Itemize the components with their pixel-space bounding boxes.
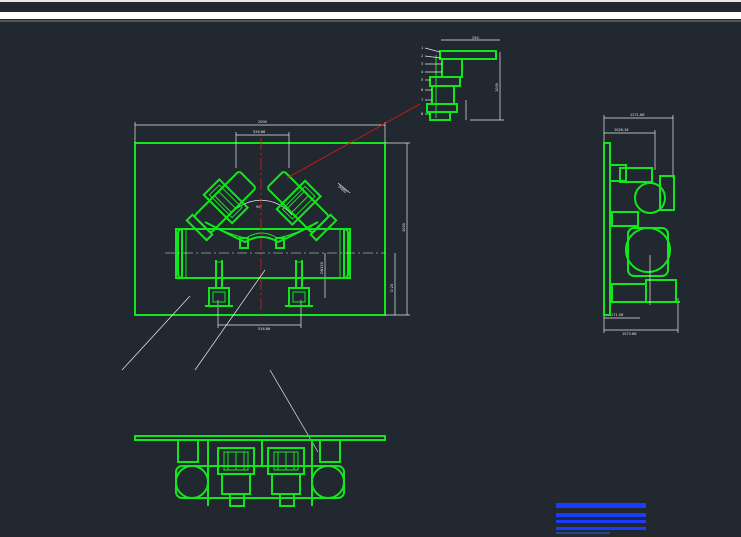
plan-header-pipe [175,465,345,499]
dim-text: DN80 [337,185,347,194]
dim-text: 90° [256,205,262,209]
toolbar-strip-top [0,0,741,2]
side-dim-bottom: 1073.66 [603,298,679,336]
dim-pipe-height: DN150 [320,253,326,298]
side-main-pipe [625,227,671,273]
side-dim-upper: 1026.16 [604,128,656,170]
side-main-housing [627,227,669,277]
title-block[interactable] [556,503,646,534]
detail-dim-top: 250 [441,36,500,41]
dim-text: DN150 [320,262,324,274]
callout-number: 4 [421,70,424,74]
callout-number: 7 [421,98,423,102]
cad-drawing-canvas[interactable]: 2000 526.86 526.86 1000 D 20 DN150 90° D… [0,0,741,537]
dim-text: D 20 [390,284,394,292]
dim-nozzle: DN80 [337,182,351,194]
callout-number: 2 [421,54,423,58]
callout-number: 1 [421,46,423,50]
dim-text: 1026.16 [614,128,628,132]
detail-dim-height: 1000 [470,52,504,121]
plan-view[interactable] [134,435,386,507]
right-angled-branch[interactable] [261,165,340,244]
plan-right-support [319,439,341,463]
dim-text: 1000 [402,223,406,232]
dim-text: 526.86 [253,130,265,134]
leader-line-2 [194,269,266,371]
title-block-row [556,527,646,530]
plan-base-rail [134,435,386,441]
detail-mid-plate [429,76,461,87]
dim-spacing-top: 526.86 [235,130,290,168]
detail-top-flange [439,50,497,60]
dim-right-lower: D 20 [390,253,396,315]
dim-text: 1073.66 [622,332,636,336]
title-block-row [556,513,646,517]
lower-right-valve[interactable] [285,260,313,307]
dim-text: 250 [472,36,479,40]
callout-number: 8 [421,112,423,116]
front-view[interactable]: 2000 526.86 526.86 1000 D 20 DN150 90° D… [121,103,421,453]
dim-text: 1000 [495,83,499,92]
detail-callout-numbers: 1 2 3 4 5 6 7 8 [421,46,424,116]
side-lower-fitting [645,279,677,303]
side-view[interactable]: 1271.66 1026.16 271.56 1073.66 [603,113,680,336]
plan-left-pipe-end [175,465,209,499]
detail-valve-body [431,85,455,105]
title-block-row [556,503,646,508]
lower-left-valve[interactable] [205,260,233,307]
dim-text: 271.56 [611,313,623,317]
dim-right-height: 1000 [385,142,410,316]
y-junction-body [204,221,319,244]
callout-number: 6 [421,88,423,92]
plan-right-pipe-end [311,465,345,499]
detail-view[interactable]: 250 1000 1 2 3 4 5 6 7 8 [421,36,504,121]
left-angled-branch[interactable] [183,165,262,244]
side-lower-valve [611,283,647,303]
detail-upper-body [441,58,463,78]
detail-base [429,111,451,121]
title-block-row [556,520,646,523]
toolbar-strip-main [0,12,741,19]
side-middle-block [611,211,639,227]
dim-text: 1271.66 [630,113,644,117]
callout-number: 5 [421,78,423,82]
callout-number: 3 [421,62,423,66]
side-upper-cap [659,175,675,211]
dim-text: 2000 [258,120,267,124]
plan-left-support [177,439,199,463]
leader-line-1 [121,295,191,371]
dim-text: 526.86 [258,327,270,331]
detail-leader-line [286,103,421,179]
detail-lower-plate [426,103,458,113]
side-upper-valve [619,167,653,183]
